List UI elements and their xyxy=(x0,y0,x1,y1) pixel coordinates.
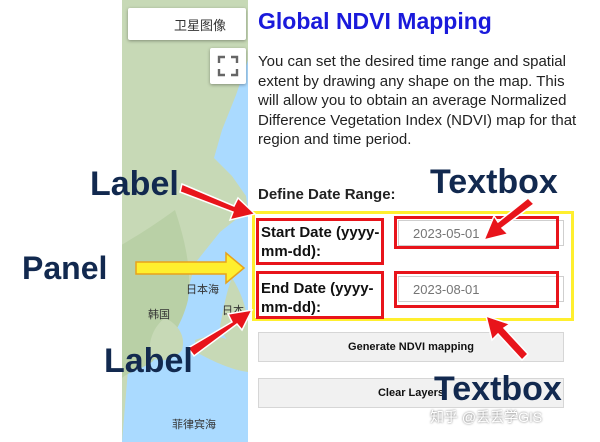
arrow-panel xyxy=(135,251,246,285)
watermark: 知乎 @丢丢学GIS xyxy=(430,409,543,425)
arrow-label-top xyxy=(179,182,257,222)
arrow-textbox-bottom xyxy=(484,314,530,362)
annotation-textbox-bottom: Textbox xyxy=(434,370,562,408)
annotation-label-bottom: Label xyxy=(104,342,193,380)
annotation-panel: Panel xyxy=(22,250,108,286)
arrow-label-bottom xyxy=(186,309,254,358)
annotation-textbox-top: Textbox xyxy=(430,163,558,201)
annotation-label-top: Label xyxy=(90,165,179,203)
arrow-textbox-top xyxy=(482,196,536,242)
